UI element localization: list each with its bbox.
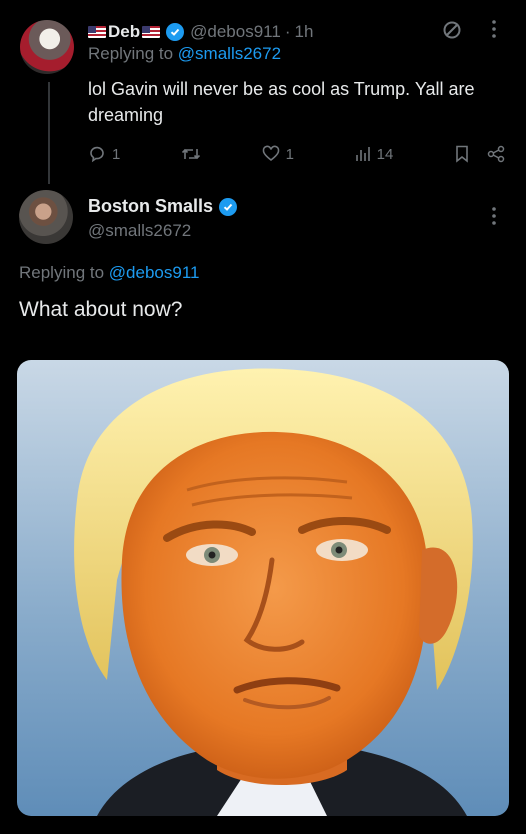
parent-display-name[interactable]: Deb	[108, 22, 140, 42]
dot-separator: ·	[284, 22, 291, 41]
reply-icon	[88, 145, 106, 163]
replying-label: Replying to	[88, 44, 174, 63]
main-avatar[interactable]	[19, 190, 73, 244]
main-header: Boston Smalls	[88, 196, 238, 217]
parent-replying-line: Replying to @smalls2672	[88, 44, 281, 64]
views-button[interactable]: 14	[355, 145, 394, 163]
like-button[interactable]: 1	[262, 145, 294, 163]
retweet-button[interactable]	[181, 145, 201, 163]
verified-badge-icon	[166, 23, 185, 41]
bookmark-share-group	[454, 145, 506, 163]
verified-badge-icon	[219, 197, 238, 216]
tweet-image[interactable]	[17, 360, 509, 816]
grok-icon[interactable]	[442, 20, 462, 40]
main-handle[interactable]: @smalls2672	[88, 221, 191, 241]
replying-to-link[interactable]: @smalls2672	[178, 44, 281, 63]
thread-line	[48, 82, 50, 184]
parent-action-bar: 1 1 14	[88, 143, 506, 165]
parent-header: Deb @debos911 · 1h	[88, 20, 448, 44]
parent-avatar[interactable]	[20, 20, 74, 74]
replying-to-link[interactable]: @debos911	[109, 263, 200, 282]
like-count: 1	[285, 145, 294, 163]
reply-button[interactable]: 1	[88, 145, 120, 163]
bookmark-icon[interactable]	[454, 145, 470, 163]
like-icon	[262, 145, 280, 163]
parent-time[interactable]: 1h	[294, 22, 313, 42]
more-icon[interactable]	[490, 18, 498, 40]
main-display-name[interactable]: Boston Smalls	[88, 196, 213, 217]
flag-icon	[88, 26, 106, 38]
replying-label: Replying to	[19, 263, 105, 282]
retweet-icon	[181, 145, 201, 163]
views-count: 14	[376, 145, 394, 163]
parent-tweet-text: lol Gavin will never be as cool as Trump…	[88, 79, 475, 125]
more-icon[interactable]	[490, 205, 498, 227]
flag-icon	[142, 26, 161, 38]
views-icon	[355, 146, 371, 162]
main-replying-line: Replying to @debos911	[19, 263, 199, 283]
portrait-illustration	[74, 368, 473, 816]
share-icon[interactable]	[486, 145, 506, 163]
parent-handle[interactable]: @debos911	[190, 22, 281, 42]
main-tweet-text: What about now?	[19, 298, 183, 321]
reply-count: 1	[112, 145, 121, 163]
